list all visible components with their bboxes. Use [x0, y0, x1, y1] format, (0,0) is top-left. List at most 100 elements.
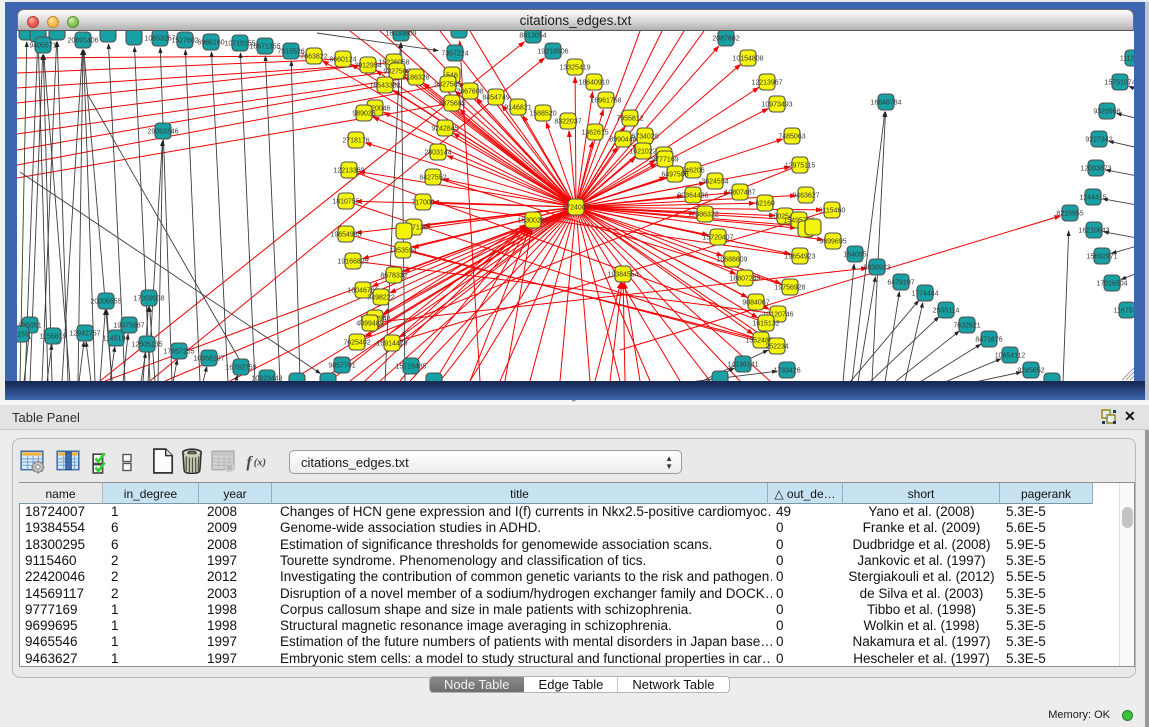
- svg-text:15720407: 15720407: [702, 235, 733, 242]
- svg-text:1362615: 1362615: [581, 130, 608, 137]
- svg-text:19218506: 19218506: [537, 49, 568, 56]
- svg-text:1724007: 1724007: [562, 205, 589, 212]
- svg-text:10688609: 10688609: [716, 257, 747, 264]
- svg-text:10923448: 10923448: [251, 376, 282, 382]
- svg-text:8427552: 8427552: [419, 175, 446, 182]
- svg-text:19756928: 19756928: [774, 285, 805, 292]
- svg-text:9146821: 9146821: [504, 105, 531, 112]
- svg-text:2935114: 2935114: [933, 308, 960, 315]
- svg-text:164095: 164095: [843, 252, 866, 259]
- svg-text:20206555: 20206555: [90, 299, 121, 306]
- svg-text:10958107: 10958107: [193, 356, 224, 363]
- svg-text:8471676: 8471676: [975, 337, 1002, 344]
- svg-text:17016504: 17016504: [1096, 281, 1127, 288]
- svg-text:9084067: 9084067: [742, 300, 769, 307]
- svg-text:10654112: 10654112: [995, 353, 1026, 360]
- svg-text:16033809: 16033809: [385, 31, 416, 38]
- svg-text:3875685: 3875685: [438, 101, 465, 108]
- svg-text:16782759: 16782759: [225, 365, 256, 372]
- svg-text:1615132: 1615132: [752, 321, 779, 328]
- svg-text:19975887: 19975887: [113, 323, 144, 330]
- svg-text:7357224: 7357224: [441, 51, 468, 58]
- svg-text:12213369: 12213369: [333, 168, 364, 175]
- svg-text:9327505: 9327505: [434, 82, 461, 89]
- svg-text:16671355: 16671355: [249, 44, 280, 51]
- svg-text:15692971: 15692971: [1086, 254, 1117, 261]
- svg-text:9245652: 9245652: [1017, 368, 1044, 375]
- svg-text:16914479: 16914479: [376, 341, 407, 348]
- svg-text:9329966: 9329966: [1093, 109, 1120, 116]
- svg-text:7485063: 7485063: [778, 134, 805, 141]
- svg-text:1145194: 1145194: [103, 336, 130, 343]
- svg-text:8813054: 8813054: [519, 33, 546, 40]
- svg-text:9405571: 9405571: [29, 43, 56, 50]
- svg-text:2867608: 2867608: [456, 89, 483, 96]
- svg-text:10973493: 10973493: [761, 102, 792, 109]
- svg-text:989028: 989028: [352, 111, 375, 118]
- svg-text:1353594: 1353594: [389, 248, 416, 255]
- svg-text:7663822: 7663822: [300, 54, 327, 61]
- svg-text:9242845: 9242845: [431, 126, 458, 133]
- svg-text:17957255: 17957255: [163, 349, 194, 356]
- svg-text:1810755: 1810755: [332, 199, 359, 206]
- svg-text:9699695: 9699695: [819, 239, 846, 246]
- svg-text:8215955: 8215955: [1056, 211, 1083, 218]
- svg-text:16648784: 16648784: [870, 100, 901, 107]
- svg-text:1112480: 1112480: [1120, 56, 1134, 63]
- svg-text:1527602: 1527602: [171, 38, 198, 45]
- svg-text:12975115: 12975115: [785, 163, 816, 170]
- svg-text:6479197: 6479197: [887, 280, 914, 287]
- svg-text:7955812: 7955812: [616, 116, 643, 123]
- svg-text:1156819: 1156819: [40, 334, 67, 341]
- svg-text:16961758: 16961758: [590, 98, 621, 105]
- svg-text:9777169: 9777169: [651, 157, 678, 164]
- svg-text:15751074: 15751074: [1104, 80, 1134, 87]
- svg-text:1774444: 1774444: [911, 291, 938, 298]
- svg-text:9115460: 9115460: [819, 208, 846, 215]
- svg-text:6497508: 6497508: [661, 172, 688, 179]
- svg-text:8990448: 8990448: [609, 137, 636, 144]
- svg-text:17359938: 17359938: [133, 296, 164, 303]
- svg-text:1733426: 1733426: [773, 368, 800, 375]
- svg-text:10154808: 10154808: [732, 56, 763, 63]
- svg-text:8660124: 8660124: [329, 57, 356, 64]
- svg-text:2087682: 2087682: [712, 36, 739, 43]
- svg-text:9857791: 9857791: [328, 363, 355, 370]
- svg-text:(x): (x): [254, 458, 266, 469]
- svg-text:19166825: 19166825: [337, 259, 368, 266]
- svg-text:18807249: 18807249: [729, 276, 760, 283]
- svg-text:12093873: 12093873: [1080, 166, 1111, 173]
- svg-text:18640910: 18640910: [578, 80, 609, 87]
- svg-text:717006: 717006: [411, 200, 434, 207]
- svg-text:8186328: 8186328: [402, 75, 429, 82]
- svg-text:6966160: 6966160: [197, 40, 224, 47]
- svg-text:9159: 9159: [17, 332, 29, 339]
- svg-text:16543382: 16543382: [369, 83, 400, 90]
- svg-text:3498222: 3498222: [367, 295, 394, 302]
- svg-text:12505135: 12505135: [131, 342, 162, 349]
- svg-text:7632621: 7632621: [953, 323, 980, 330]
- svg-text:20364436: 20364436: [677, 193, 708, 200]
- svg-text:62160: 62160: [755, 201, 775, 208]
- svg-text:15300285: 15300285: [517, 218, 548, 225]
- svg-text:13325419: 13325419: [559, 65, 590, 72]
- svg-text:20691406: 20691406: [67, 38, 98, 45]
- svg-text:8938923: 8938923: [863, 265, 890, 272]
- svg-text:9227342: 9227342: [1085, 137, 1112, 144]
- svg-text:4099489: 4099489: [356, 321, 383, 328]
- svg-text:1621022: 1621022: [629, 149, 656, 156]
- svg-text:8678332: 8678332: [380, 273, 407, 280]
- svg-text:19384554: 19384554: [607, 272, 638, 279]
- svg-text:14136141: 14136141: [727, 362, 758, 369]
- svg-text:252234: 252234: [765, 344, 788, 351]
- svg-text:2803144: 2803144: [424, 150, 451, 157]
- svg-text:12942757: 12942757: [69, 331, 100, 338]
- svg-text:1244415: 1244415: [1079, 195, 1106, 202]
- svg-text:7625402: 7625402: [343, 340, 370, 347]
- svg-text:7386322: 7386322: [691, 212, 718, 219]
- svg-text:19654923: 19654923: [784, 254, 815, 261]
- svg-text:8322037: 8322037: [554, 119, 581, 126]
- svg-text:10807487: 10807487: [724, 190, 755, 197]
- svg-text:3624554: 3624554: [701, 179, 728, 186]
- svg-text:2718176: 2718176: [342, 138, 369, 145]
